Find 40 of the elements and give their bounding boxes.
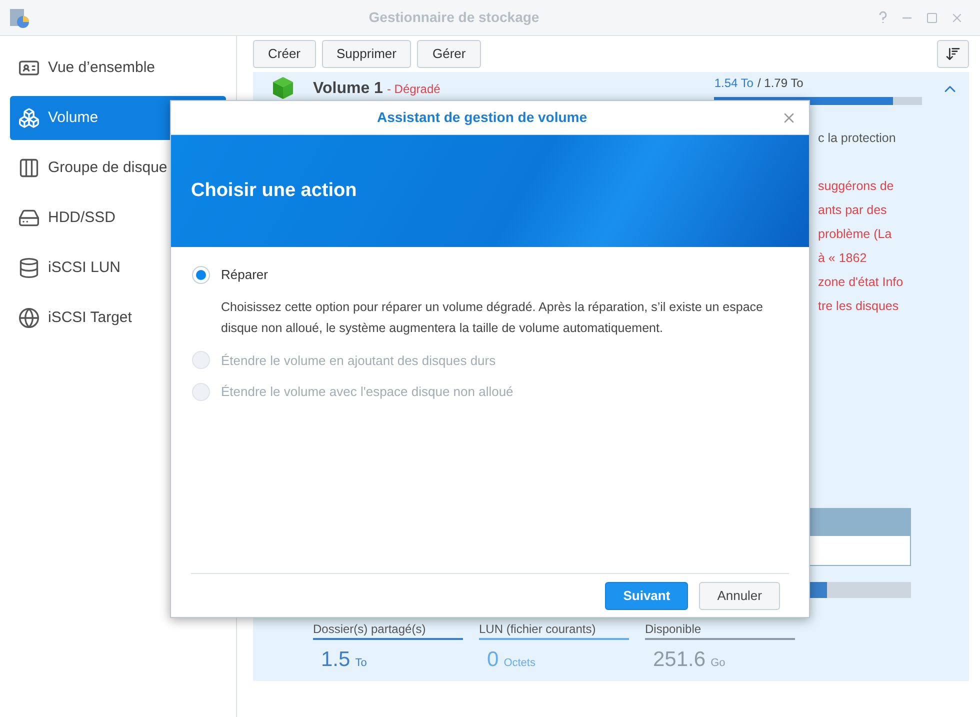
- stat-label: Disponible: [645, 621, 702, 638]
- columns-icon: [18, 157, 40, 179]
- stat-value: 251.6: [653, 647, 706, 673]
- total-capacity: / 1.79 To: [757, 74, 804, 92]
- sidebar-item[interactable]: Vue d’ensemble: [10, 46, 226, 90]
- toolbar-button[interactable]: Gérer: [417, 40, 481, 68]
- sort-icon: [945, 46, 961, 62]
- used-capacity: 1.54 To: [714, 74, 754, 92]
- toolbar-button[interactable]: Supprimer: [322, 40, 412, 68]
- stat-value: 1.5: [321, 647, 350, 673]
- stat-unit: Go: [710, 656, 726, 671]
- option-description: Choisissez cette option pour réparer un volume dégradé. Après la réparation, s’il existe un espace disque non alloué, le système augmentera la taille de volume automatiquement.: [220, 298, 764, 337]
- app-icon: [8, 6, 30, 28]
- sort-button[interactable]: [937, 40, 969, 68]
- volume-name: Volume 1: [313, 79, 383, 99]
- stat-unit: To: [355, 656, 367, 671]
- help-icon[interactable]: [878, 11, 888, 24]
- maximize-icon[interactable]: [926, 12, 938, 24]
- globe-icon: [18, 307, 40, 329]
- database-icon: [18, 257, 40, 279]
- warning-text: zone d'état Info: [818, 274, 904, 291]
- cancel-button[interactable]: Annuler: [699, 582, 780, 610]
- radio-button[interactable]: [192, 266, 210, 284]
- warning-text: à « 1862: [818, 250, 868, 267]
- warning-text: tre les disques: [818, 298, 900, 315]
- stat-value: 0: [487, 647, 499, 673]
- cubes-icon: [18, 107, 40, 129]
- volume-status: - Dégradé: [386, 81, 440, 98]
- hard-drive-icon: [18, 207, 40, 229]
- warning-text: problème (La: [818, 226, 893, 243]
- stat-label: Dossier(s) partagé(s): [313, 621, 427, 638]
- window-title: Gestionnaire de stockage: [368, 8, 540, 27]
- stat-unit: Octets: [504, 656, 536, 671]
- warning-text: ants par des: [818, 202, 888, 219]
- radio-option[interactable]: Réparer: [192, 265, 788, 284]
- warning-text: suggérons de: [818, 178, 895, 195]
- stat-label: LUN (fichier courants): [479, 621, 597, 638]
- description-text: c la protection: [818, 130, 897, 147]
- dialog-title: Assistant de gestion de volume: [376, 108, 588, 127]
- toolbar-button[interactable]: Créer: [253, 40, 316, 68]
